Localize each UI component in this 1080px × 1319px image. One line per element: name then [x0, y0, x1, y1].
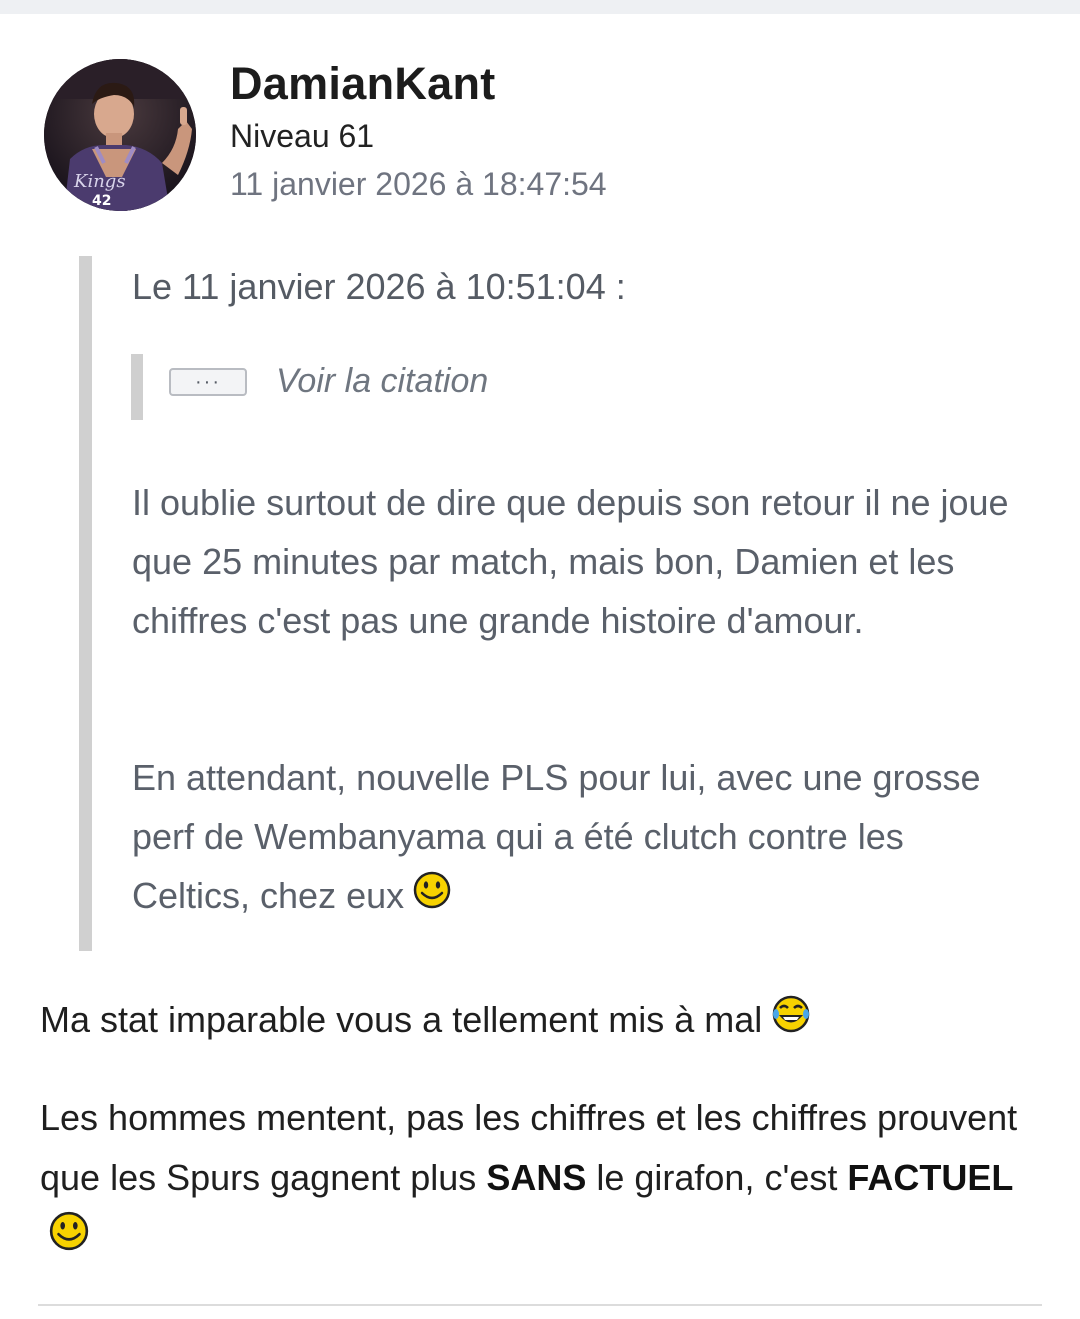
post-timestamp[interactable]: 11 janvier 2026 à 18:47:54 [230, 166, 607, 203]
laughing-crying-icon [770, 992, 812, 1052]
divider [38, 1304, 1042, 1306]
author-name[interactable]: DamianKant [230, 58, 496, 110]
author-level: Niveau 61 [230, 118, 375, 154]
nested-quote: ··· Voir la citation [131, 354, 731, 420]
blockquote: Le 11 janvier 2026 à 10:51:04 : ··· Voir… [79, 256, 1039, 951]
see-quote-link[interactable]: Voir la citation [276, 362, 488, 401]
top-strip [0, 0, 1080, 14]
svg-text:42: 42 [92, 193, 111, 209]
quote-header: Le 11 janvier 2026 à 10:51:04 : [132, 266, 626, 307]
post-text: Ma stat imparable vous a tellement mis à… [40, 999, 763, 1040]
post-text: le girafon, c'est [586, 1157, 848, 1198]
post-paragraph: Les hommes mentent, pas les chiffres et … [40, 1088, 1030, 1270]
quote-paragraph: En attendant, nouvelle PLS pour lui, ave… [132, 748, 1022, 927]
post-paragraph: Ma stat imparable vous a tellement mis à… [40, 990, 1030, 1052]
forum-post: Kings 42 DamianKant Niveau 61 11 janvier… [0, 14, 1080, 1319]
bold-text: SANS [486, 1157, 587, 1198]
svg-text:Kings: Kings [73, 171, 126, 192]
quote-paragraph-text: En attendant, nouvelle PLS pour lui, ave… [132, 757, 981, 916]
bold-text: FACTUEL [847, 1157, 1014, 1198]
smiley-icon [412, 868, 452, 927]
expand-quote-button[interactable]: ··· [169, 368, 247, 396]
quote-bar [79, 256, 92, 951]
avatar[interactable]: Kings 42 [44, 59, 196, 211]
avatar-photo: Kings 42 [44, 59, 196, 211]
nested-quote-bar [131, 354, 143, 420]
smiley-icon [48, 1210, 90, 1270]
quote-paragraph: Il oublie surtout de dire que depuis son… [132, 482, 1009, 641]
